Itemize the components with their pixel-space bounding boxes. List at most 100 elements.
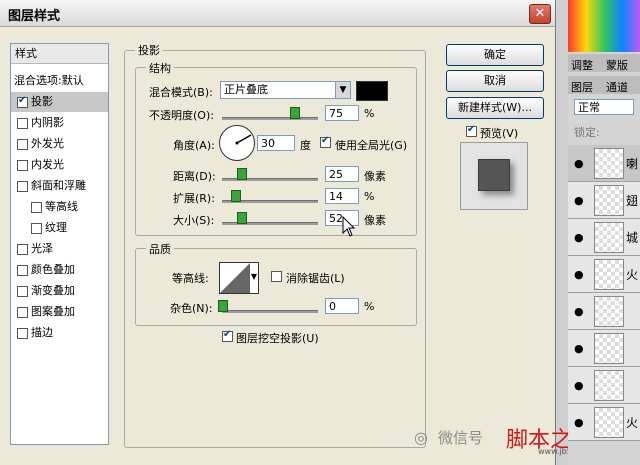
angle-dial[interactable] [219,125,255,161]
layer-row[interactable]: ● [568,330,640,367]
new-style-button[interactable]: 新建样式(W)... [446,97,544,119]
chevron-down-icon: ▼ [250,272,257,281]
eye-icon[interactable]: ● [574,231,584,244]
close-button[interactable]: ✕ [529,4,551,24]
contour-label: 等高线: [172,272,209,285]
style-item-label: 描边 [31,326,53,339]
layer-style-dialog: 图层样式 ✕ 样式 混合选项:默认 ✔ 投影 内阴影 外发光 内发光 斜面和浮雕 等高线 纹理… [0,0,594,465]
cancel-button[interactable]: 取消 [446,70,544,92]
style-item-checkbox[interactable] [17,265,28,276]
contour-picker[interactable]: ▼ [219,262,259,294]
noise-field[interactable]: 0 [325,298,359,314]
eye-icon[interactable]: ● [574,157,584,170]
knockout-checkbox[interactable]: ✔ [222,329,233,342]
close-icon: ✕ [534,6,546,21]
spread-field[interactable]: 14 [325,188,359,204]
preview-checkbox[interactable]: ✔ [466,124,477,137]
angle-field[interactable]: 30 [257,135,295,151]
style-item-checkbox[interactable] [17,307,28,318]
spread-slider-thumb[interactable] [231,190,242,202]
style-item[interactable]: 内阴影 [11,113,108,133]
tab-adjust[interactable]: 调整 [571,57,593,73]
style-item-checkbox[interactable] [17,181,28,192]
shadow-color-swatch[interactable] [356,81,388,101]
layer-row[interactable]: ● [568,367,640,404]
layer-row[interactable]: ● 翅 [568,182,640,219]
style-item[interactable]: 光泽 [11,239,108,259]
angle-unit: 度 [300,139,311,152]
layer-thumbnail [594,333,624,364]
eye-icon[interactable]: ● [574,268,584,281]
distance-slider-thumb[interactable] [237,168,248,180]
style-item[interactable]: 纹理 [11,218,108,238]
noise-slider-track [222,310,318,313]
layer-thumbnail [594,185,624,216]
opacity-unit: % [364,107,375,120]
distance-label: 距离(D): [173,170,216,183]
layer-name: 火 [626,416,639,430]
style-item-checkbox[interactable] [17,160,28,171]
ok-button[interactable]: 确定 [446,44,544,66]
size-slider-thumb[interactable] [237,212,248,224]
blend-mode-label: 混合模式(B): [149,86,213,99]
style-item-checkbox[interactable] [17,286,28,297]
style-item-checkbox[interactable] [17,244,28,255]
tab-layers[interactable]: 图层 [571,79,593,95]
style-item-checkbox[interactable] [17,118,28,129]
spread-label: 扩展(R): [173,192,215,205]
global-light-checkbox[interactable]: ✔ [320,135,331,148]
layer-row[interactable]: ● 喇 [568,145,640,182]
layer-thumbnail [594,296,624,327]
distance-field[interactable]: 25 [325,166,359,182]
style-list-header: 样式 [11,44,108,64]
layer-row[interactable]: ● [568,293,640,330]
preview-label: 预览(V) [480,127,519,140]
title-bar: 图层样式 ✕ [0,0,555,27]
style-item-label: 等高线 [45,200,78,213]
style-item[interactable]: 渐变叠加 [11,281,108,301]
layer-blend-mode-select[interactable]: 正常 [574,99,634,115]
panel-tabs-top: 调整 蒙版 [568,54,640,72]
contour-curve-icon [220,263,250,293]
check-icon: ✔ [18,95,27,106]
antialias-checkbox[interactable] [271,271,282,282]
style-item-checkbox[interactable] [17,328,28,339]
style-item-checkbox[interactable] [31,223,42,234]
color-spectrum[interactable] [568,0,640,52]
style-item[interactable]: 等高线 [11,197,108,217]
opacity-field[interactable]: 75 [325,105,359,121]
style-item-label: 外发光 [31,137,64,150]
layer-row[interactable]: ● 火 [568,404,640,441]
blend-options-item[interactable]: 混合选项:默认 [11,71,111,91]
style-item[interactable]: ✔ 投影 [11,92,108,112]
layer-row[interactable]: ● 火 [568,256,640,293]
eye-icon[interactable]: ● [574,379,584,392]
style-item-checkbox[interactable]: ✔ [17,95,28,108]
style-item[interactable]: 斜面和浮雕 [11,176,108,196]
style-item[interactable]: 外发光 [11,134,108,154]
style-item[interactable]: 描边 [11,323,108,343]
eye-icon[interactable]: ● [574,416,584,429]
layer-thumbnail [594,259,624,290]
chevron-down-icon: ▼ [335,82,350,98]
eye-icon[interactable]: ● [574,342,584,355]
style-item-checkbox[interactable] [31,202,42,213]
noise-slider-thumb[interactable] [218,300,228,312]
structure-title: 结构 [146,60,174,76]
style-item[interactable]: 内发光 [11,155,108,175]
style-item[interactable]: 图案叠加 [11,302,108,322]
style-item-checkbox[interactable] [17,139,28,150]
tab-channels[interactable]: 通道 [606,79,628,95]
size-unit: 像素 [364,214,386,227]
opacity-slider-thumb[interactable] [290,107,300,119]
spread-unit: % [364,190,375,203]
tab-mask[interactable]: 蒙版 [606,57,628,73]
style-preview-box [460,142,528,210]
layer-row[interactable]: ● 城 [568,219,640,256]
style-item[interactable]: 颜色叠加 [11,260,108,280]
layer-name: 城 [626,231,639,245]
blend-mode-select[interactable]: 正片叠底 ▼ [220,81,351,99]
eye-icon[interactable]: ● [574,305,584,318]
drop-shadow-title: 投影 [135,42,163,58]
eye-icon[interactable]: ● [574,194,584,207]
